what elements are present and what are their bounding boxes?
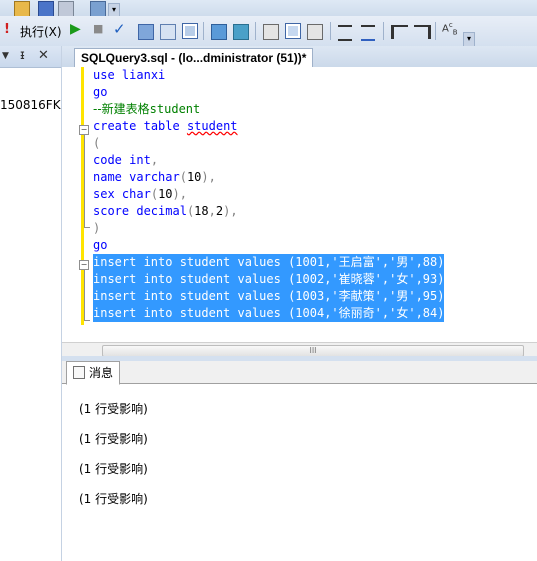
dropdown-arrow-icon[interactable]: ▼: [2, 51, 9, 61]
message-line-2: (1 行受影响): [79, 432, 148, 446]
close-icon[interactable]: ✕: [38, 48, 49, 63]
top-toolbar: ▾: [0, 0, 537, 18]
object-explorer-pane: ▼ ᵻ ✕ 150816FK: [0, 46, 62, 561]
editor-tabstrip: SQLQuery3.sql - (lo...dministrator (51))…: [62, 46, 537, 68]
horizontal-scrollbar[interactable]: III: [62, 342, 537, 357]
message-line-3: (1 行受影响): [79, 462, 148, 476]
increase-indent-icon[interactable]: [414, 25, 431, 39]
code-line-6: code int,: [93, 153, 159, 167]
decrease-indent-icon[interactable]: [391, 25, 408, 39]
sql-editor-toolbar: ! 执行(X) ▶ ■ ✓ AcB ▾: [0, 16, 537, 47]
results-grid-active-icon[interactable]: [285, 23, 301, 39]
object-explorer-header: ▼ ᵻ ✕: [0, 46, 61, 68]
toolbar-overflow-icon-2[interactable]: ▾: [463, 32, 475, 47]
results-to-grid-icon[interactable]: [182, 23, 198, 39]
open-folder-icon[interactable]: [14, 1, 30, 17]
activity-monitor-icon[interactable]: [90, 1, 106, 17]
tab-messages-label: 消息: [89, 366, 114, 380]
print-icon[interactable]: [58, 1, 74, 17]
outline-end: [84, 227, 90, 228]
code-line-9: score decimal(18,2),: [93, 204, 238, 218]
tab-messages[interactable]: 消息: [66, 361, 121, 385]
message-line-4: (1 行受影响): [79, 492, 148, 506]
message-line-1: (1 行受影响): [79, 402, 148, 416]
results-to-text-icon[interactable]: [263, 24, 279, 40]
results-to-file-icon[interactable]: [307, 24, 323, 40]
uncomment-lines-icon[interactable]: [361, 25, 375, 41]
code-line-4: create table student: [93, 119, 238, 133]
include-plan-icon[interactable]: [211, 24, 227, 40]
code-line-10: ): [93, 221, 101, 235]
stop-icon[interactable]: ■: [93, 22, 103, 35]
sql-editor[interactable]: − − use lianxi go --新建表格student create t…: [62, 67, 537, 342]
outline-line-inserts: [84, 270, 85, 320]
message-document-icon: [73, 366, 85, 379]
code-line-insert-2: insert into student values (1002,'崔晓蓉','…: [93, 271, 445, 288]
execute-button[interactable]: 执行(X): [20, 23, 62, 40]
code-line-5: (: [93, 136, 101, 150]
tree-node-database[interactable]: 150816FK: [0, 98, 61, 112]
pin-icon[interactable]: ᵻ: [20, 48, 25, 63]
execute-icon: !: [4, 22, 10, 37]
client-stats-icon[interactable]: [233, 24, 249, 40]
code-line-insert-4: insert into student values (1004,'徐丽奇','…: [93, 305, 445, 322]
comment-lines-icon[interactable]: [338, 25, 352, 41]
save-icon[interactable]: [38, 1, 54, 17]
code-line-11: go: [93, 238, 108, 252]
code-line-insert-3: insert into student values (1003,'李献策','…: [93, 288, 445, 305]
code-line-8: sex char(10),: [93, 187, 187, 201]
specify-template-values-icon[interactable]: AcB: [442, 21, 458, 36]
code-line-insert-1: insert into student values (1001,'王启富','…: [93, 254, 445, 271]
code-line-2: go: [93, 85, 108, 99]
collapse-icon[interactable]: −: [79, 125, 89, 135]
code-line-3: --新建表格student: [93, 102, 201, 116]
display-plan-icon[interactable]: [138, 24, 154, 40]
debug-play-icon[interactable]: ▶: [70, 21, 81, 37]
tab-sqlquery3[interactable]: SQLQuery3.sql - (lo...dministrator (51))…: [74, 48, 314, 68]
parse-checkmark-icon[interactable]: ✓: [113, 20, 126, 38]
outline-end-inserts: [84, 320, 90, 321]
results-tabstrip: 消息: [62, 361, 537, 385]
outline-line: [84, 135, 85, 227]
code-line-1: use lianxi: [93, 68, 166, 82]
code-line-7: name varchar(10),: [93, 170, 216, 184]
query-designer-icon[interactable]: [160, 24, 176, 40]
collapse-icon-inserts[interactable]: −: [79, 260, 89, 270]
